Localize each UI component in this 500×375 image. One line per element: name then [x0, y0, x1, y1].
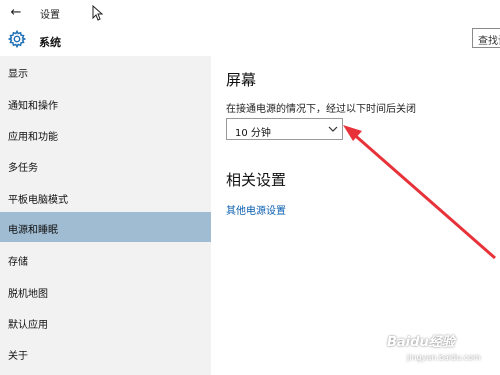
title-bar: ← 设置	[0, 0, 500, 26]
sidebar-item-label: 平板电脑模式	[8, 195, 68, 206]
watermark-logo: Baidu经验	[387, 335, 455, 350]
watermark: Baidu经验 jingyan.baidu.com	[387, 331, 495, 371]
sidebar-item-display[interactable]: 显示	[0, 56, 211, 86]
sidebar-item-label: 应用和功能	[8, 132, 58, 143]
sidebar: 显示 通知和操作 应用和功能 多任务 平板电脑模式 电源和睡眠 存储 脱机地图 …	[0, 56, 211, 375]
sidebar-item-label: 通知和操作	[8, 101, 58, 112]
sidebar-item-label: 脱机地图	[8, 289, 48, 300]
sidebar-item-notifications[interactable]: 通知和操作	[0, 88, 211, 118]
gear-icon	[8, 30, 26, 48]
sidebar-item-label: 存储	[8, 257, 28, 268]
related-settings-heading: 相关设置	[226, 171, 287, 189]
sidebar-item-label: 默认应用	[8, 320, 48, 331]
sidebar-item-label: 显示	[8, 69, 28, 80]
sidebar-item-multitasking[interactable]: 多任务	[0, 150, 211, 180]
sidebar-item-default-apps[interactable]: 默认应用	[0, 307, 211, 337]
watermark-url: jingyan.baidu.com	[407, 353, 481, 362]
settings-header: 系统 查找设	[0, 26, 500, 56]
back-arrow-icon: ←	[10, 5, 22, 20]
sidebar-item-label: 多任务	[8, 163, 38, 174]
sidebar-item-storage[interactable]: 存储	[0, 244, 211, 274]
screen-off-label: 在接通电源的情况下，经过以下时间后关闭	[226, 104, 416, 115]
sidebar-item-apps[interactable]: 应用和功能	[0, 119, 211, 149]
additional-power-settings-link[interactable]: 其他电源设置	[226, 202, 286, 217]
sidebar-item-offline-maps[interactable]: 脱机地图	[0, 276, 211, 306]
sidebar-item-label: 关于	[8, 351, 28, 362]
window-title: 设置	[40, 10, 60, 21]
back-button[interactable]: ←	[6, 4, 26, 22]
screen-off-dropdown[interactable]: 10 分钟	[226, 118, 343, 140]
search-input[interactable]: 查找设	[472, 28, 500, 48]
main-content: 屏幕 在接通电源的情况下，经过以下时间后关闭 10 分钟 相关设置 其他电源设置	[211, 56, 500, 375]
section-title: 系统	[39, 36, 61, 49]
sidebar-item-label: 电源和睡眠	[8, 225, 58, 236]
dropdown-value: 10 分钟	[235, 128, 271, 139]
screen-heading: 屏幕	[226, 71, 257, 89]
sidebar-item-power-sleep[interactable]: 电源和睡眠	[0, 212, 211, 242]
sidebar-item-tablet-mode[interactable]: 平板电脑模式	[0, 182, 211, 212]
sidebar-item-about[interactable]: 关于	[0, 338, 211, 368]
search-placeholder: 查找设	[478, 36, 500, 47]
mouse-cursor-icon	[92, 5, 104, 21]
chevron-down-icon	[328, 126, 338, 132]
